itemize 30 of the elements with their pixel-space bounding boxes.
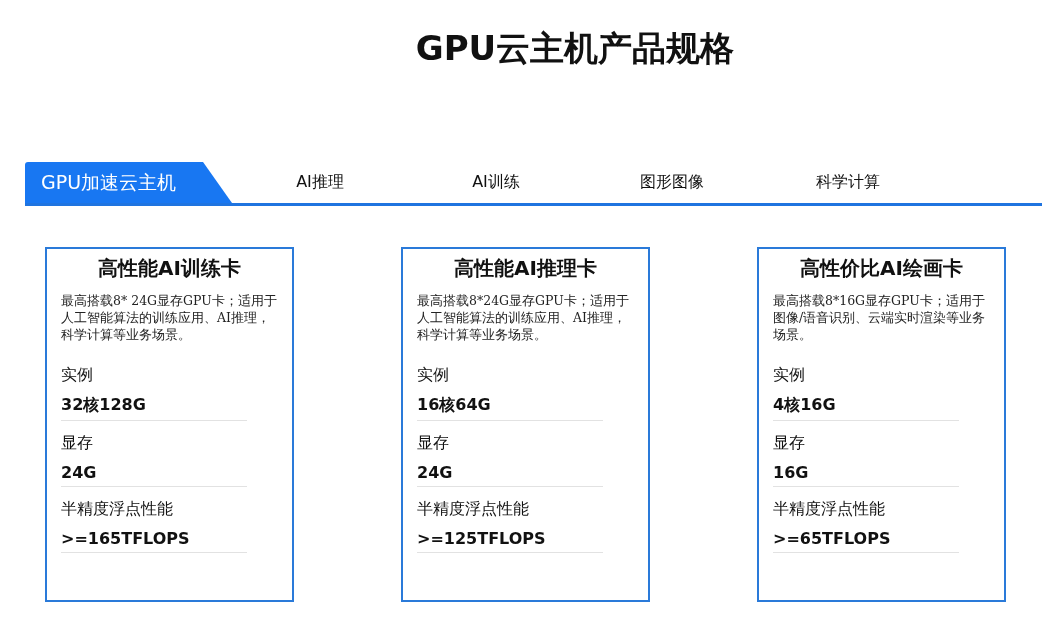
spec-value: 24G: [417, 459, 603, 487]
tab[interactable]: AI训练: [408, 162, 584, 203]
spec-label: 实例: [773, 364, 806, 386]
tab[interactable]: AI推理: [232, 162, 408, 203]
spec-label: 显存: [61, 432, 94, 454]
page-title: GPU云主机产品规格: [414, 27, 736, 70]
spec-label: 半精度浮点性能: [417, 498, 530, 520]
card-description: 最高搭载8*24G显存GPU卡；适用于人工智能算法的训练应用、AI推理，科学计算等业务场景。: [417, 292, 630, 343]
tab[interactable]: 科学计算: [760, 162, 936, 203]
spec-label: 显存: [417, 432, 450, 454]
card-description: 最高搭载8*16G显存GPU卡；适用于图像/语音识别、云端实时渲染等业务场景。: [773, 292, 987, 343]
spec-value: 24G: [61, 459, 247, 487]
tab[interactable]: 图形图像: [584, 162, 760, 203]
card-title: 高性价比AI绘画卡: [799, 255, 964, 282]
spec-value: 16核64G: [417, 391, 603, 421]
card-title: 高性能AI推理卡: [453, 255, 598, 282]
card-title: 高性能AI训练卡: [97, 255, 242, 282]
spec-label: 显存: [773, 432, 806, 454]
spec-value: 32核128G: [61, 391, 247, 421]
spec-label: 实例: [61, 364, 94, 386]
spec-label: 半精度浮点性能: [61, 498, 174, 520]
spec-value: >=165TFLOPS: [61, 525, 247, 553]
spec-label: 实例: [417, 364, 450, 386]
spec-value: >=125TFLOPS: [417, 525, 603, 553]
spec-value: 4核16G: [773, 391, 959, 421]
spec-value: 16G: [773, 459, 959, 487]
card-description: 最高搭载8* 24G显存GPU卡；适用于人工智能算法的训练应用、AI推理，科学计算等业务场景。: [61, 292, 278, 343]
spec-label: 半精度浮点性能: [773, 498, 886, 520]
tab[interactable]: GPU加速云主机: [25, 162, 232, 203]
spec-value: >=65TFLOPS: [773, 525, 959, 553]
